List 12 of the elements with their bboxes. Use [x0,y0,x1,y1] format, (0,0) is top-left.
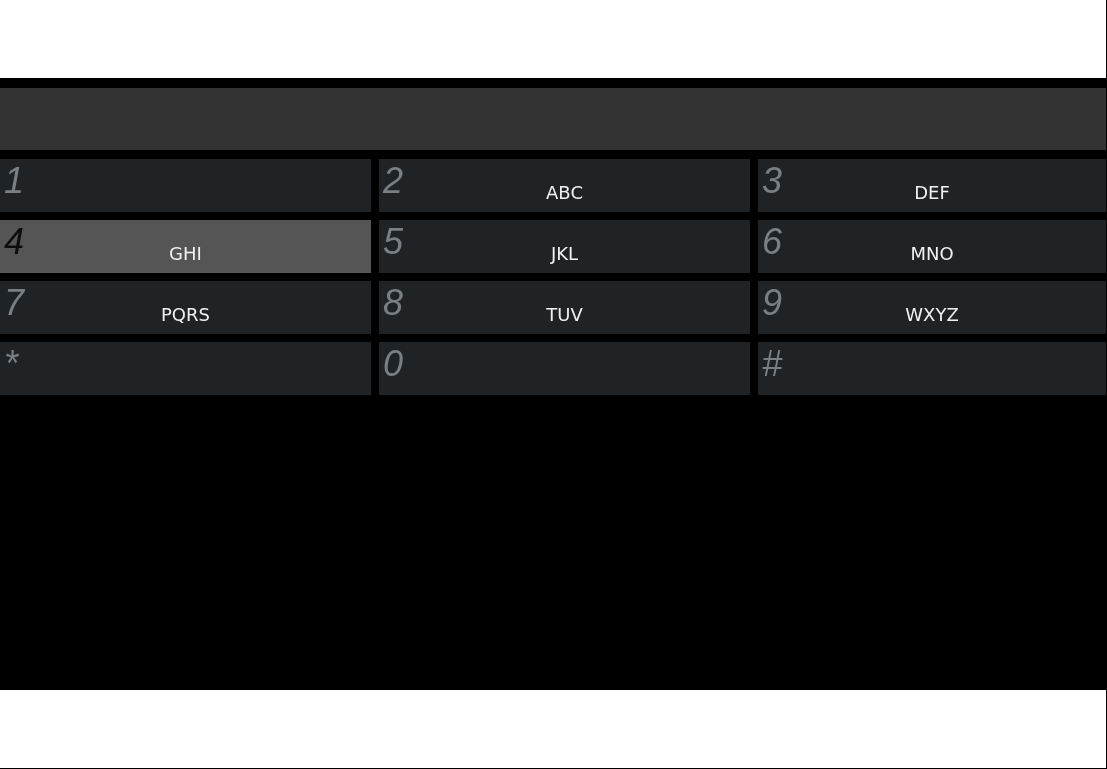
keypad-key[interactable]: 6 MNO [758,220,1106,273]
keypad-key[interactable]: 0 [379,342,750,395]
keypad-key[interactable]: 3 DEF [758,159,1106,212]
keypad-key[interactable]: 7 PQRS [0,281,371,334]
keypad-key[interactable]: # [758,342,1106,395]
keypad-key[interactable]: 8 TUV [379,281,750,334]
keypad-key[interactable]: * [0,342,371,395]
keypad-key[interactable]: 9 WXYZ [758,281,1106,334]
keypad-key[interactable]: 1 [0,159,371,212]
keypad-key[interactable]: 5 JKL [379,220,750,273]
keypad-key[interactable]: 4 GHI [0,220,371,273]
keypad-key[interactable]: 2 ABC [379,159,750,212]
